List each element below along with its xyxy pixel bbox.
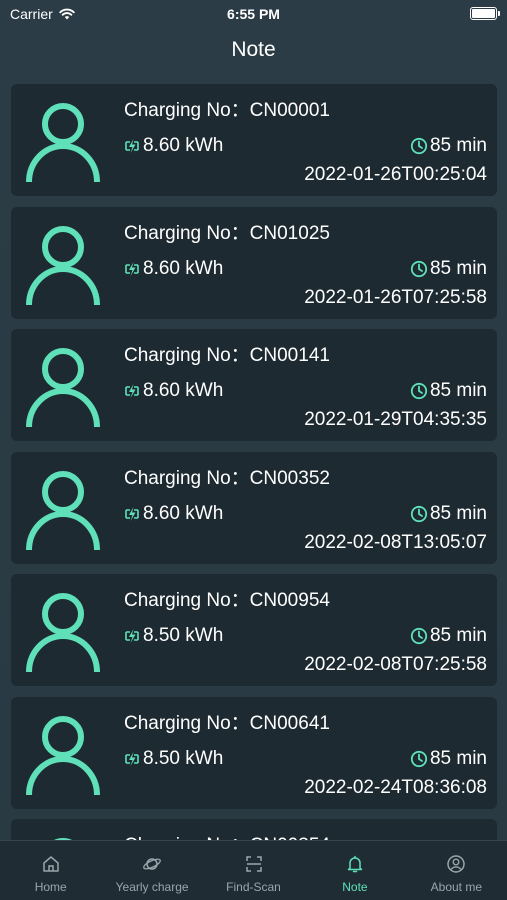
status-bar: Carrier 6:55 PM — [0, 0, 507, 28]
energy-value: 8.50 kWh — [143, 625, 224, 646]
charging-bolt-icon — [123, 505, 141, 523]
charging-number: Charging No：CN00641 — [124, 712, 330, 734]
duration-value: 85 min — [429, 747, 487, 769]
bell-icon — [345, 854, 365, 874]
duration-value: 85 min — [429, 135, 487, 156]
record-timestamp: 2022-02-24T08:36:08 — [304, 776, 487, 798]
charging-record-card[interactable]: Charging No：CN00352 8.60 kWh 85 min 2022-02… — [11, 451, 497, 564]
user-avatar-icon — [23, 711, 103, 797]
charging-record-card[interactable]: Charging No：CN00141 8.60 kWh 85 min 2022-01… — [11, 329, 497, 441]
energy-value: 8.60 kWh — [143, 257, 224, 279]
user-avatar-icon — [23, 343, 103, 429]
tab-note[interactable]: Note — [304, 841, 405, 900]
duration-info: 85 min — [410, 503, 487, 525]
tab-label: About me — [430, 880, 483, 894]
record-timestamp: 2022-01-26T00:25:04 — [304, 164, 487, 185]
user-avatar-icon — [23, 221, 103, 307]
tab-label: Find-Scan — [226, 880, 281, 894]
duration-value: 85 min — [429, 257, 487, 279]
charging-number: Charging No：CN00954 — [124, 590, 330, 611]
charging-record-list[interactable]: Charging No：CN00001 8.60 kWh 85 min 2022-01… — [11, 84, 497, 840]
charging-bolt-icon — [123, 137, 141, 155]
energy-info: 8.60 kWh — [123, 503, 223, 525]
charging-record-card[interactable]: Charging No：CN00001 8.60 kWh 85 min 2022-01… — [11, 84, 497, 196]
charging-number: Charging No：CN00001 — [124, 100, 330, 121]
charging-number: Charging No：CN00352 — [124, 467, 330, 489]
charging-bolt-icon — [123, 382, 141, 400]
tab-bar: Home Yearly charge Find-Scan Note About me — [0, 840, 507, 900]
duration-info: 85 min — [410, 748, 487, 770]
status-time: 6:55 PM — [227, 6, 280, 22]
user-avatar-icon — [23, 833, 103, 840]
user-avatar-icon — [23, 98, 103, 184]
charging-record-card[interactable]: Charging No：CN00954 8.50 kWh 85 min 2022-02… — [11, 574, 497, 686]
charging-bolt-icon — [123, 750, 141, 768]
energy-value: 8.60 kWh — [143, 380, 224, 401]
clock-icon — [410, 627, 428, 645]
record-timestamp: 2022-01-29T04:35:35 — [304, 409, 487, 430]
energy-info: 8.60 kWh — [123, 380, 223, 402]
charging-bolt-icon — [123, 260, 141, 278]
tab-label: Home — [34, 880, 67, 894]
duration-value: 85 min — [429, 380, 487, 401]
charging-number: Charging No：CN00354 — [124, 830, 330, 840]
charging-record-card[interactable]: Charging No：CN00641 8.50 kWh 85 min 2022-02… — [11, 696, 497, 809]
tab-about-me[interactable]: About me — [406, 841, 507, 900]
clock-icon — [410, 750, 428, 768]
clock-icon — [410, 137, 428, 155]
charging-bolt-icon — [123, 627, 141, 645]
duration-info: 85 min — [410, 135, 487, 157]
clock-icon — [410, 382, 428, 400]
energy-info: 8.50 kWh — [123, 748, 223, 770]
energy-info: 8.50 kWh — [123, 625, 223, 647]
tab-label: Yearly charge — [115, 880, 189, 894]
energy-value: 8.60 kWh — [143, 502, 224, 524]
record-timestamp: 2022-02-08T13:05:07 — [304, 531, 487, 553]
charging-number: Charging No：CN01025 — [124, 222, 330, 244]
scan-icon — [244, 854, 264, 874]
user-avatar-icon — [23, 588, 103, 674]
energy-value: 8.60 kWh — [143, 135, 224, 156]
clock-icon — [410, 260, 428, 278]
duration-value: 85 min — [429, 502, 487, 524]
charging-number: Charging No：CN00141 — [124, 345, 330, 366]
user-circle-icon — [446, 854, 466, 874]
clock-icon — [410, 505, 428, 523]
tab-label: Note — [342, 880, 368, 894]
charging-record-card[interactable]: Charging No：CN01025 8.60 kWh 85 min 2022-01… — [11, 206, 497, 319]
duration-value: 85 min — [429, 625, 487, 646]
page-title: Note — [231, 38, 276, 61]
duration-info: 85 min — [410, 380, 487, 402]
user-avatar-icon — [23, 466, 103, 552]
energy-value: 8.50 kWh — [143, 747, 224, 769]
record-timestamp: 2022-01-26T07:25:58 — [304, 286, 487, 308]
home-icon — [41, 854, 61, 874]
battery-icon — [470, 7, 500, 20]
tab-home[interactable]: Home — [0, 841, 101, 900]
app-screen: Carrier 6:55 PM Note Charging No：CN00001… — [0, 0, 507, 900]
charging-record-card[interactable]: Charging No：CN00354 — [11, 819, 497, 840]
tab-find-scan[interactable]: Find-Scan — [203, 841, 304, 900]
record-timestamp: 2022-02-08T07:25:58 — [304, 654, 487, 675]
energy-info: 8.60 kWh — [123, 258, 223, 280]
tab-yearly-charge[interactable]: Yearly charge — [101, 841, 202, 900]
duration-info: 85 min — [410, 258, 487, 280]
energy-info: 8.60 kWh — [123, 135, 223, 157]
duration-info: 85 min — [410, 625, 487, 647]
planet-icon — [142, 854, 162, 874]
